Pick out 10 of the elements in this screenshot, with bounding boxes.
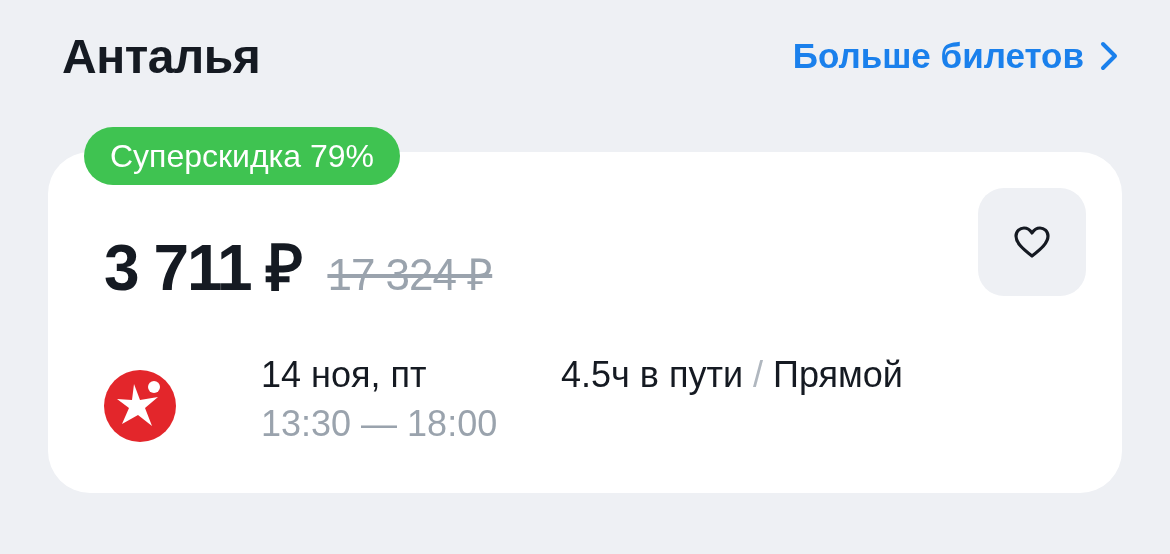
flight-duration: 4.5ч в пути / Прямой [561,353,903,397]
flight-times: 13:30 — 18:00 [261,402,499,446]
city-title: Анталья [62,28,261,84]
old-price: 17 324 ₽ [327,249,493,301]
flight-date: 14 ноя, пт [261,353,428,397]
airline-logo-icon [104,370,176,442]
price: 3 711 ₽ [104,231,302,306]
favorite-button[interactable] [978,188,1086,296]
chevron-right-icon [1098,41,1120,71]
discount-badge: Суперскидка 79% [84,127,400,185]
